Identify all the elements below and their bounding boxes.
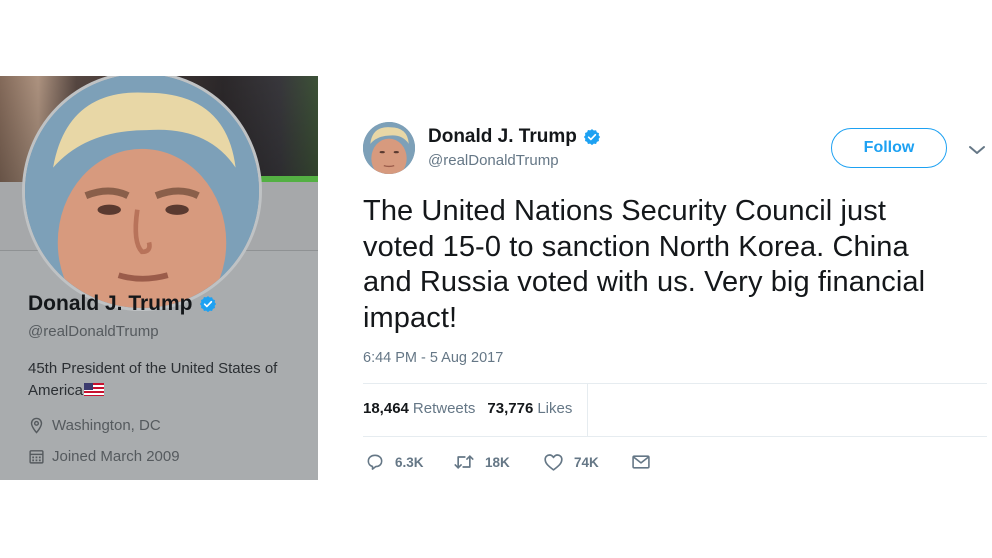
reply-icon	[367, 454, 383, 470]
profile-photo	[25, 76, 259, 308]
reply-button[interactable]: 6.3K	[365, 452, 453, 472]
tweet-actions: 6.3K 18K 74K	[365, 452, 651, 472]
like-button[interactable]: 74K	[543, 452, 631, 472]
stats-separator	[587, 384, 588, 436]
profile-handle[interactable]: @realDonaldTrump	[28, 323, 159, 340]
follow-button[interactable]: Follow	[831, 128, 947, 168]
profile-location: Washington, DC	[28, 417, 161, 434]
likes-stat[interactable]: 73,776 Likes	[487, 400, 572, 417]
calendar-icon	[29, 450, 44, 464]
message-icon	[632, 455, 650, 469]
heart-icon	[544, 454, 563, 471]
tweet-text: The United Nations Security Council just…	[363, 195, 926, 334]
retweets-stat[interactable]: 18,464 Retweets	[363, 400, 475, 417]
chevron-down-icon	[969, 146, 985, 154]
tweet-author-avatar[interactable]	[363, 122, 415, 174]
profile-card: Donald J. Trump @realDonaldTrump 45th Pr…	[0, 76, 318, 480]
divider	[363, 383, 987, 384]
divider	[363, 436, 987, 437]
profile-avatar[interactable]	[22, 76, 262, 311]
verified-badge-icon	[199, 296, 216, 313]
tweet-author-name[interactable]: Donald J. Trump	[428, 126, 601, 148]
more-options-button[interactable]	[965, 140, 989, 160]
verified-badge-icon	[583, 129, 600, 146]
tweet-timestamp[interactable]: 6:44 PM - 5 Aug 2017	[363, 350, 503, 366]
profile-name[interactable]: Donald J. Trump	[28, 292, 217, 316]
profile-joined-date: Joined March 2009	[28, 448, 180, 465]
us-flag-icon	[84, 383, 105, 396]
tweet-author-handle[interactable]: @realDonaldTrump	[428, 152, 559, 169]
author-photo	[363, 122, 415, 174]
profile-bio: 45th President of the United States of A…	[28, 360, 278, 399]
direct-message-button[interactable]	[631, 453, 651, 471]
retweet-button[interactable]: 18K	[453, 452, 543, 472]
location-pin-icon	[30, 417, 43, 434]
retweet-icon	[454, 455, 474, 469]
tweet-stats: 18,464 Retweets 73,776 Likes	[363, 400, 584, 417]
